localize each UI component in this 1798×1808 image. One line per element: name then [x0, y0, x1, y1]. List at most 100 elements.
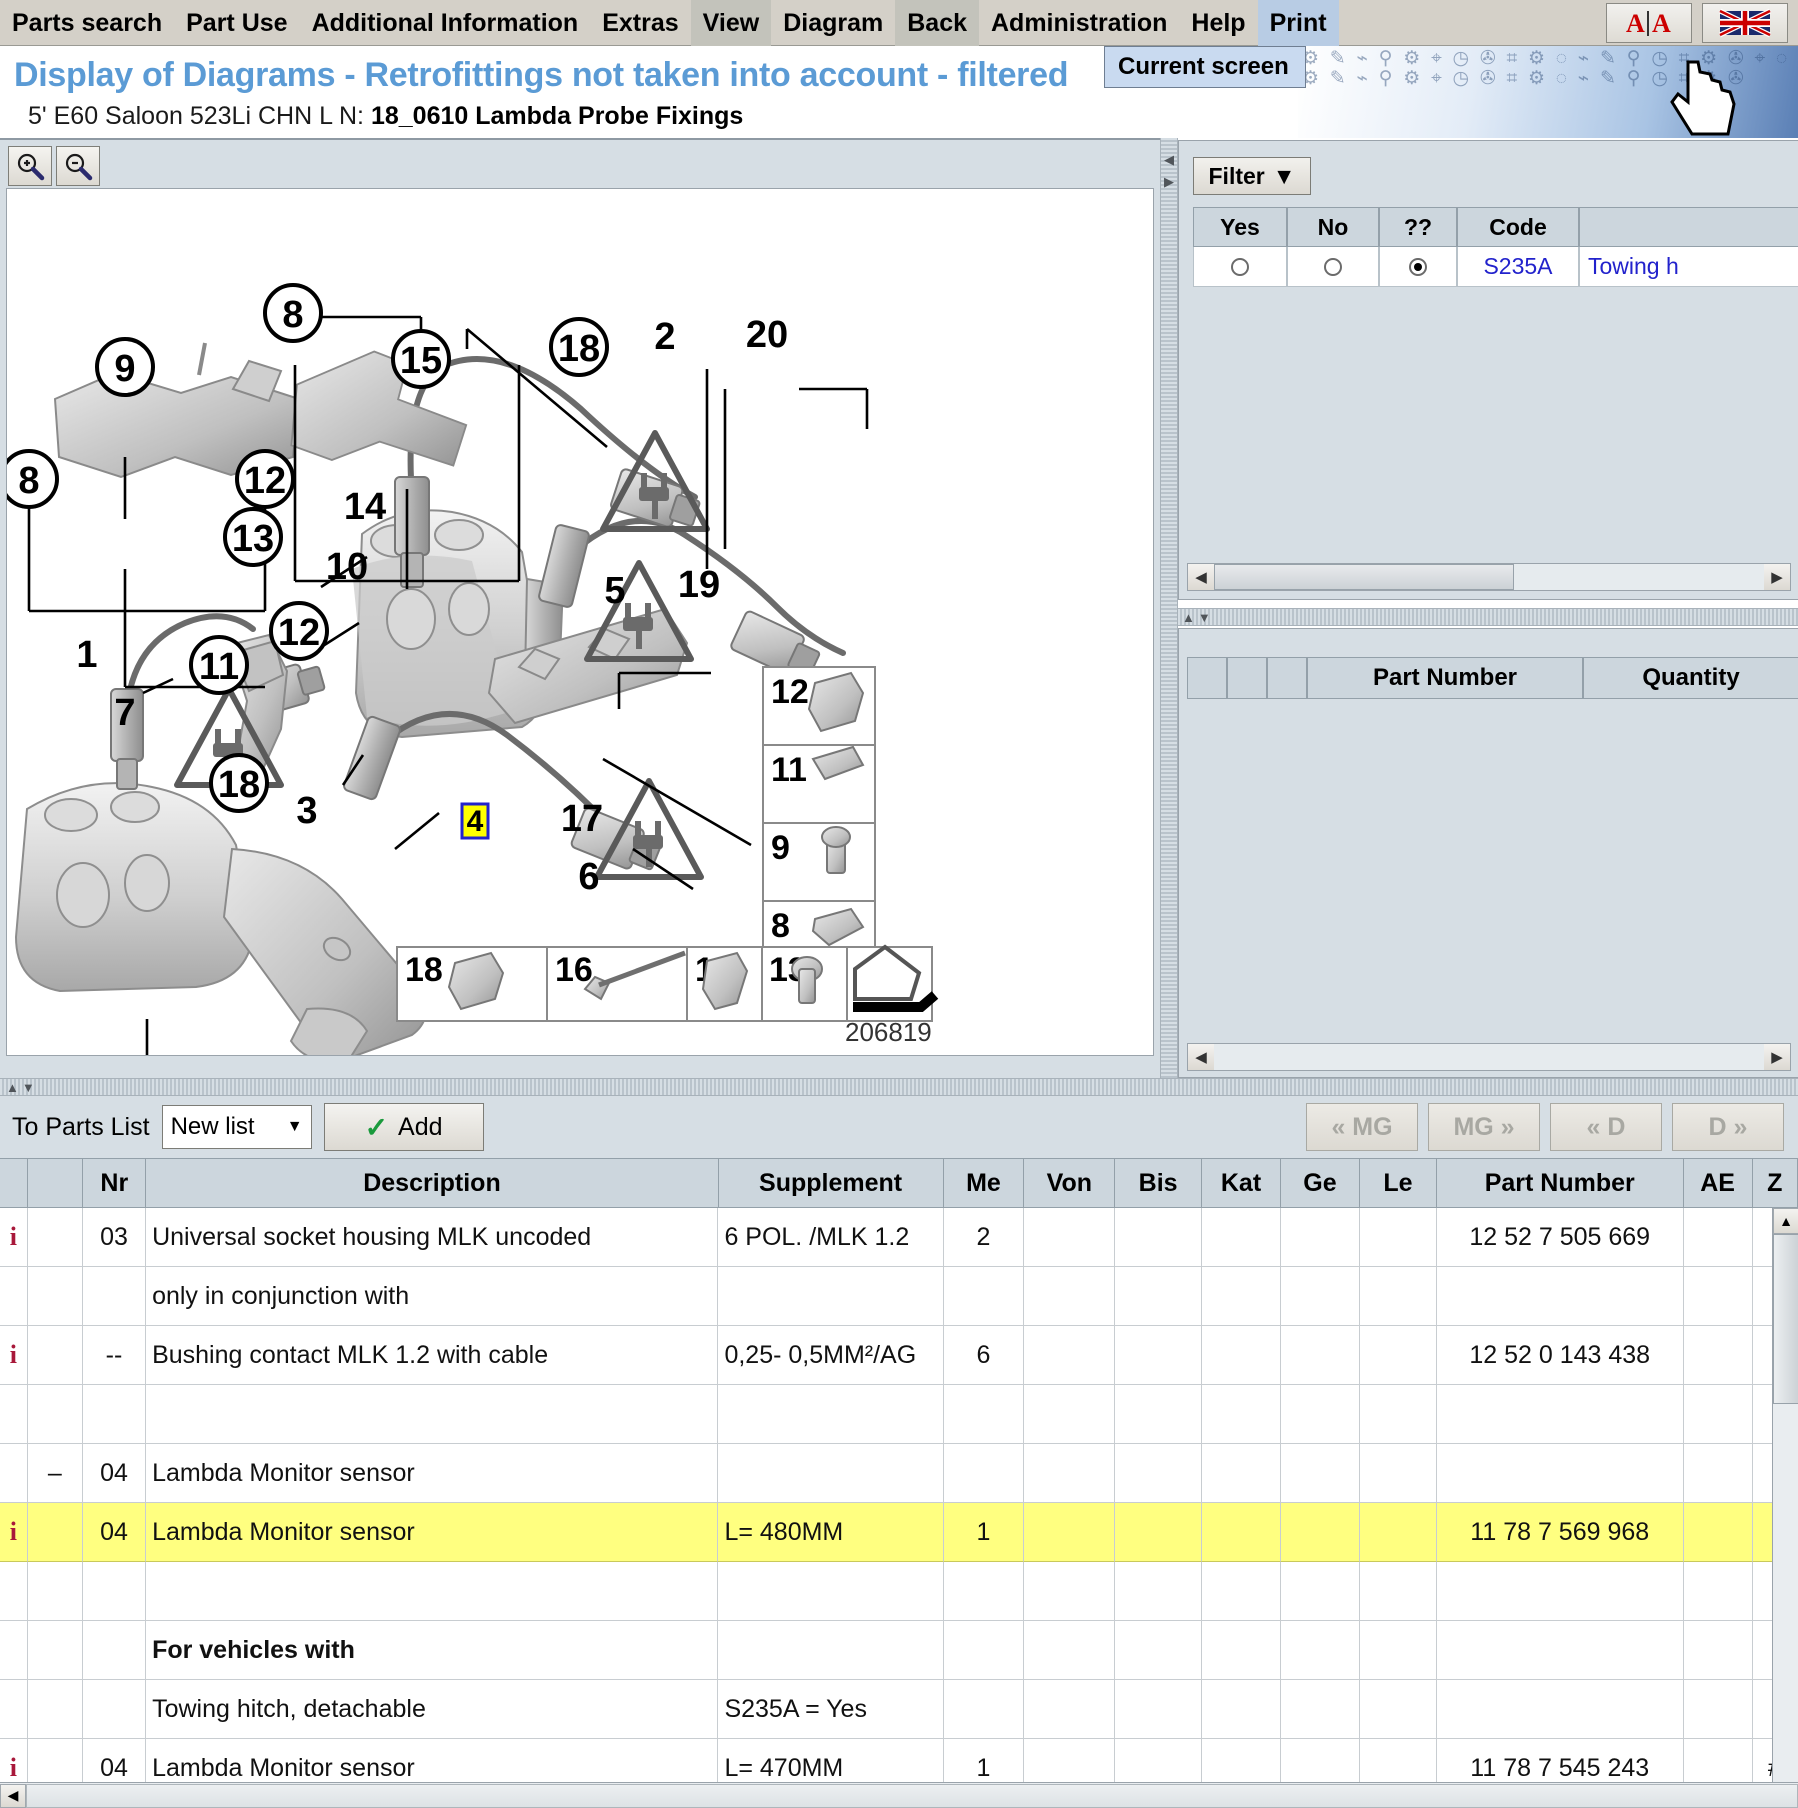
splitter-up-icon[interactable]: ▲ [1182, 610, 1195, 625]
cell-nr: 04 [82, 1444, 147, 1503]
codes-col-unknown: ?? [1379, 207, 1457, 247]
menu-item-view[interactable]: View [690, 0, 772, 46]
parts-table-vscrollbar[interactable]: ▲ [1772, 1208, 1798, 1808]
codes-table-row[interactable]: S235A Towing h [1193, 247, 1798, 287]
vscroll-up-icon[interactable]: ▲ [1773, 1208, 1798, 1234]
info-icon[interactable]: i [10, 1517, 17, 1547]
info-icon[interactable]: i [10, 1340, 17, 1370]
radio-no-icon[interactable] [1324, 257, 1342, 276]
zoom-out-icon[interactable] [56, 146, 100, 186]
col-von: Von [1024, 1158, 1116, 1208]
parts-hscroll-track[interactable] [1214, 1044, 1764, 1070]
scroll-left-icon[interactable]: ◀ [1188, 564, 1214, 590]
table-row[interactable]: only in conjunction with [0, 1267, 1798, 1326]
cell-info: i [0, 1208, 28, 1267]
vscroll-thumb[interactable] [1773, 1234, 1798, 1404]
radio-unknown-icon[interactable] [1409, 257, 1427, 276]
menu-item-additional-information[interactable]: Additional Information [300, 0, 591, 46]
cell-me: 2 [943, 1208, 1025, 1267]
add-button[interactable]: ✓ Add [323, 1103, 484, 1151]
splitter-down-icon[interactable]: ▼ [1198, 610, 1211, 625]
vehicle-subtitle: 5' E60 Saloon 523Li CHN L N: 18_0610 Lam… [28, 102, 743, 131]
code-radio-unknown[interactable] [1379, 247, 1457, 287]
parts-data-table[interactable]: Nr Description Supplement Me Von Bis Kat… [0, 1158, 1798, 1808]
table-row[interactable]: i 03 Universal socket housing MLK uncoded 6… [0, 1208, 1798, 1267]
cell-ge [1281, 1621, 1360, 1680]
parts-result-table: Part Number Quantity [1187, 657, 1798, 699]
col-z: Z [1752, 1158, 1798, 1208]
menu-item-diagram[interactable]: Diagram [771, 0, 895, 46]
parts-result-header: Part Number Quantity [1187, 657, 1798, 699]
menu-item-print[interactable]: Print [1257, 0, 1339, 46]
main-splitter-up-icon[interactable]: ▲ [6, 1080, 19, 1095]
zoom-in-icon[interactable] [8, 146, 52, 186]
cell-von [1024, 1621, 1116, 1680]
nav-button-next-d[interactable]: D » [1672, 1103, 1784, 1151]
right-panels-splitter[interactable]: ▲ ▼ [1178, 608, 1798, 626]
table-row[interactable]: i -- Bushing contact MLK 1.2 with cable 0,2… [0, 1326, 1798, 1385]
codes-panel-hscrollbar[interactable]: ◀ ▶ [1187, 563, 1791, 591]
cell-bis [1115, 1562, 1203, 1621]
table-row[interactable] [0, 1562, 1798, 1621]
main-splitter-down-icon[interactable]: ▼ [22, 1080, 35, 1095]
col-part-number: Part Number [1436, 1158, 1684, 1208]
cell-ae [1683, 1326, 1753, 1385]
table-row[interactable]: Towing hitch, detachable S235A = Yes [0, 1680, 1798, 1739]
cell-kat [1202, 1267, 1281, 1326]
parts-scroll-left-icon[interactable]: ◀ [1188, 1044, 1214, 1070]
page-title: Display of Diagrams - Retrofittings not … [14, 56, 1069, 94]
bot-scroll-left-icon[interactable]: ◀ [0, 1783, 26, 1808]
cell-le [1359, 1208, 1437, 1267]
table-row[interactable]: i 04 Lambda Monitor sensor L= 480MM 1 11 78 7… [0, 1503, 1798, 1562]
cell-bis [1115, 1680, 1203, 1739]
splitter-collapse-left-icon[interactable]: ◀ [1164, 152, 1174, 168]
cell-le [1359, 1385, 1437, 1444]
a-translate-icon[interactable]: A A [1606, 2, 1692, 43]
menu-item-help[interactable]: Help [1179, 0, 1257, 46]
hscroll-thumb[interactable] [1214, 564, 1514, 590]
menu-item-administration[interactable]: Administration [979, 0, 1179, 46]
cell-me [943, 1680, 1025, 1739]
cell-ge [1281, 1326, 1360, 1385]
cell-part-number [1436, 1621, 1684, 1680]
print-menu-dropdown[interactable]: Current screen [1104, 46, 1306, 88]
splitter-collapse-right-icon[interactable]: ▶ [1164, 174, 1174, 190]
nav-button-prev-mg[interactable]: « MG [1306, 1103, 1418, 1151]
diagram-canvas[interactable]: 9 8 12 7 8 15 14 18 2 20 13 10 12 11 1 1… [6, 188, 1154, 1056]
parts-table-body: i 03 Universal socket housing MLK uncoded 6… [0, 1208, 1798, 1808]
svg-text:11: 11 [199, 646, 239, 688]
code-radio-no[interactable] [1287, 247, 1379, 287]
cell-ae [1683, 1503, 1753, 1562]
parts-list-select[interactable]: New list ▼ [161, 1105, 312, 1149]
cell-expander [27, 1562, 83, 1621]
parts-result-hscrollbar[interactable]: ◀ ▶ [1187, 1043, 1791, 1071]
table-row[interactable]: –04 Lambda Monitor sensor [0, 1444, 1798, 1503]
menu-item-part-use[interactable]: Part Use [174, 0, 299, 46]
main-horizontal-splitter[interactable]: ▲ ▼ [0, 1078, 1798, 1096]
bottom-area: To Parts List New list ▼ ✓ Add « MG MG »… [0, 1096, 1798, 1808]
scroll-right-icon[interactable]: ▶ [1764, 564, 1790, 590]
radio-yes-icon[interactable] [1231, 257, 1249, 276]
menu-item-extras[interactable]: Extras [590, 0, 690, 46]
table-row[interactable]: For vehicles with [0, 1621, 1798, 1680]
table-row[interactable] [0, 1385, 1798, 1444]
menu-item-back[interactable]: Back [895, 0, 979, 46]
vertical-splitter[interactable]: ◀ ▶ [1160, 138, 1178, 1078]
cell-expander [27, 1680, 83, 1739]
menu-item-parts-search[interactable]: Parts search [0, 0, 174, 46]
svg-text:12: 12 [244, 460, 286, 502]
hscroll-track[interactable] [1514, 564, 1764, 590]
filter-button[interactable]: Filter ▼ [1193, 157, 1311, 195]
cell-supplement: L= 480MM [718, 1503, 944, 1562]
code-radio-yes[interactable] [1193, 247, 1287, 287]
nav-button-next-mg[interactable]: MG » [1428, 1103, 1540, 1151]
bot-hscroll-thumb[interactable] [26, 1783, 1798, 1808]
info-icon[interactable]: i [10, 1222, 17, 1252]
vehicle-subtitle-diagram: 18_0610 Lambda Probe Fixings [370, 102, 744, 130]
parts-scroll-right-icon[interactable]: ▶ [1764, 1044, 1790, 1070]
parts-table-hscrollbar[interactable]: ◀ [0, 1782, 1798, 1808]
print-menu-item-current-screen[interactable]: Current screen [1118, 53, 1289, 81]
flag-uk-icon[interactable] [1702, 2, 1788, 43]
nav-button-prev-d[interactable]: « D [1550, 1103, 1662, 1151]
info-icon[interactable]: i [10, 1753, 17, 1783]
